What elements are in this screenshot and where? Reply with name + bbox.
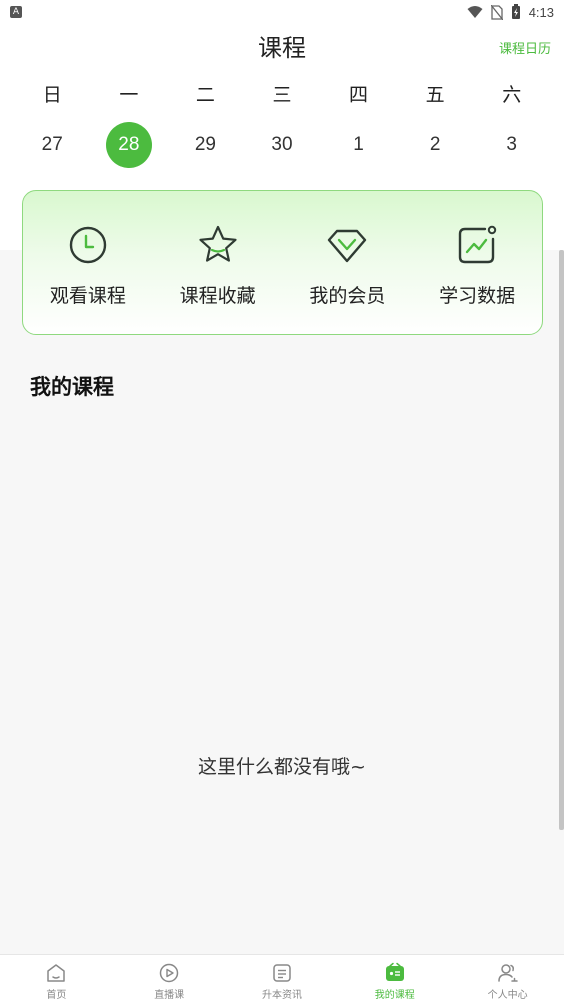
status-time: 4:13: [528, 4, 554, 20]
date-cell[interactable]: 2: [397, 122, 474, 168]
date-row: 27 28 29 30 1 2 3: [14, 122, 550, 168]
date-cell[interactable]: 27: [14, 122, 91, 168]
course-calendar-link[interactable]: 课程日历: [499, 38, 551, 57]
nav-label: 我的课程: [374, 990, 415, 1001]
date-cell[interactable]: 3: [473, 122, 550, 168]
date-cell-selected[interactable]: 28: [91, 122, 168, 168]
my-courses-icon: [385, 962, 404, 981]
star-icon: [199, 225, 237, 262]
news-icon: [273, 964, 291, 982]
battery-charging-icon: [511, 4, 520, 19]
play-circle-icon: [159, 963, 179, 983]
weekday-label: 四: [349, 84, 369, 106]
course-favorites-button[interactable]: 课程收藏: [163, 223, 273, 308]
nav-live-courses[interactable]: 直播课: [113, 955, 225, 1001]
status-bar: A 4:13: [0, 0, 564, 24]
weekday-label: 五: [425, 84, 445, 106]
notification-icon: A: [10, 6, 22, 18]
my-membership-button[interactable]: 我的会员: [292, 223, 402, 308]
wifi-icon: [467, 6, 483, 18]
quick-action-label: 我的会员: [309, 285, 386, 307]
quick-actions-card: 观看课程 课程收藏 我的会员 学习数据: [22, 190, 543, 335]
chart-icon: [458, 225, 497, 264]
nav-label: 个人中心: [487, 990, 528, 1001]
weekday-row: 日 一 二 三 四 五 六: [14, 80, 550, 107]
my-courses-heading: 我的课程: [30, 375, 114, 399]
nav-home[interactable]: 首页: [0, 955, 112, 1001]
home-icon: [47, 964, 66, 982]
date-cell[interactable]: 29: [167, 122, 244, 168]
page-title: 课程: [258, 34, 306, 62]
weekday-label: 日: [42, 84, 62, 106]
clock-icon: [69, 226, 107, 264]
selected-date-number[interactable]: 28: [105, 122, 152, 168]
nav-label: 直播课: [154, 990, 185, 1001]
nav-my-courses[interactable]: 我的课程: [339, 955, 451, 1001]
quick-action-label: 课程收藏: [179, 285, 256, 307]
date-cell[interactable]: 1: [320, 122, 397, 168]
nav-label: 升本资讯: [261, 990, 302, 1001]
date-number[interactable]: 1: [336, 122, 382, 168]
scrollbar[interactable]: [559, 250, 564, 830]
user-icon: [497, 964, 518, 982]
weekday-label: 三: [272, 84, 292, 106]
date-number[interactable]: 30: [259, 122, 305, 168]
diamond-icon: [328, 229, 367, 263]
date-number[interactable]: 27: [29, 122, 75, 168]
nav-personal-center[interactable]: 个人中心: [452, 955, 564, 1001]
weekday-label: 二: [195, 84, 215, 106]
empty-state-text: 这里什么都没有哦~: [198, 756, 366, 778]
date-number[interactable]: 2: [412, 122, 458, 168]
watch-courses-button[interactable]: 观看课程: [33, 223, 143, 308]
date-number[interactable]: 29: [182, 122, 228, 168]
learning-data-button[interactable]: 学习数据: [422, 223, 532, 308]
nav-news[interactable]: 升本资讯: [226, 955, 338, 1001]
date-number[interactable]: 3: [489, 122, 535, 168]
no-sim-icon: [490, 4, 503, 20]
nav-label: 首页: [46, 990, 67, 1001]
weekday-label: 六: [502, 84, 522, 106]
quick-action-label: 学习数据: [439, 285, 516, 307]
quick-action-label: 观看课程: [49, 285, 126, 307]
date-cell[interactable]: 30: [244, 122, 321, 168]
bottom-navigation: 首页 直播课 升本资讯 我的课程 个人中心: [0, 954, 564, 1002]
weekday-label: 一: [119, 84, 139, 106]
